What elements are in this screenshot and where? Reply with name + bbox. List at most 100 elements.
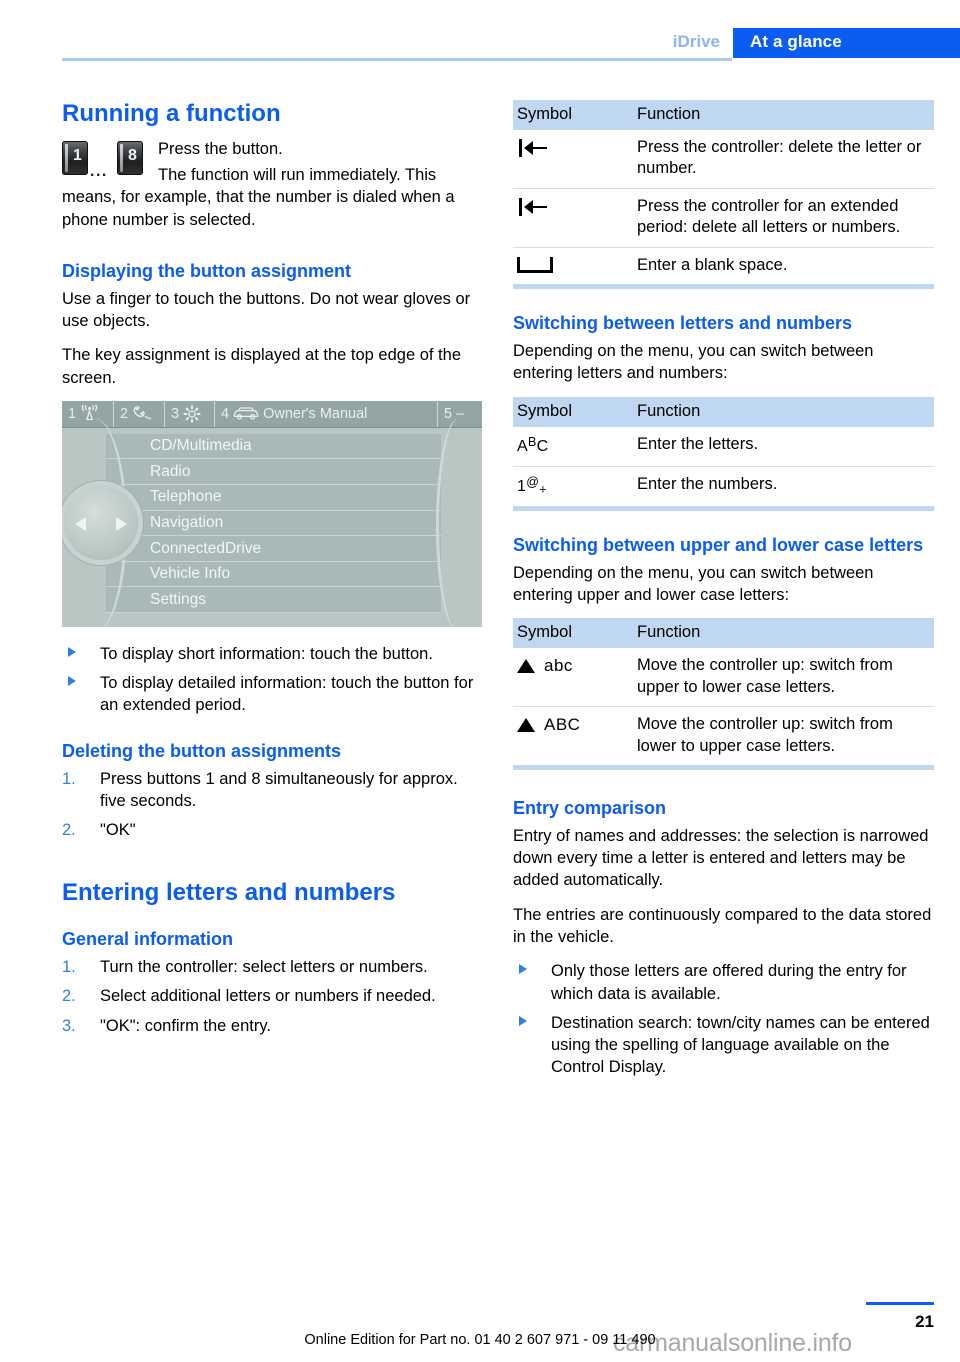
list-item-text: To display short information: touch the … <box>100 644 433 663</box>
header-section-tab: At a glance <box>733 28 960 58</box>
list-item-text: Only those letters are offered during th… <box>551 962 907 1003</box>
list-item: 2. "OK" <box>62 819 482 841</box>
list-item-number: 3. <box>62 1016 76 1035</box>
idrive-tab-1-number: 1 <box>68 405 77 422</box>
idrive-menu-item[interactable]: Settings <box>106 587 441 614</box>
list-item-text: "OK": confirm the entry. <box>100 1016 271 1035</box>
idrive-tab-5[interactable]: 5 – <box>438 401 482 427</box>
page-header: iDrive At a glance <box>0 0 960 61</box>
key-button-8-label: 8 <box>128 146 137 164</box>
table-row: Press the controller: delete the letter … <box>513 130 934 189</box>
triangle-up-icon <box>517 659 535 674</box>
page-number: 21 <box>915 1312 934 1331</box>
column-header-function: Function <box>633 100 934 130</box>
left-column: Running a function 1 ... 8 Press the but… <box>62 100 482 1049</box>
table-row: abc Move the controller up: switch from … <box>513 648 934 708</box>
table-header-row: Symbol Function <box>513 100 934 130</box>
list-item-number: 2. <box>62 821 76 840</box>
idrive-tab-2[interactable]: 2 <box>114 400 165 427</box>
switching-case-intro: Depending on the menu, you can switch be… <box>513 563 874 604</box>
lowercase-label: abc <box>544 656 573 676</box>
list-item: Only those letters are offered during th… <box>513 960 934 1005</box>
numbers-at: @ <box>526 474 540 489</box>
displaying-assignment-para1: Use a finger to touch the buttons. Do no… <box>62 289 471 331</box>
entry-comparison-bullets: Only those letters are offered during th… <box>513 960 934 1078</box>
idrive-tab-3[interactable]: 3 <box>165 400 215 427</box>
entry-comparison-para2: The entries are continuously compared to… <box>513 905 932 947</box>
idrive-menu-item[interactable]: Radio <box>106 459 441 486</box>
press-button-line2: The function will run immediately. This <box>158 166 437 185</box>
idrive-menu-item[interactable]: ConnectedDrive <box>106 536 441 562</box>
idrive-menu-body: CD/Multimedia Radio Telephone Navigation… <box>62 417 482 627</box>
touch-bullet-list: To display short information: touch the … <box>62 643 482 717</box>
header-chapter-label: iDrive <box>672 32 720 51</box>
column-header-symbol: Symbol <box>513 100 633 130</box>
switching-letters-numbers-heading: Switching between letters and numbers <box>513 313 853 334</box>
list-item: 1. Press buttons 1 and 8 simultaneously … <box>62 768 482 813</box>
abc-letter-b: B <box>527 434 537 449</box>
delete-symbols-table: Symbol Function Press the controller: de… <box>513 100 934 290</box>
idrive-tab-4[interactable]: 4 Owner's Manual <box>215 400 438 427</box>
arrow-left-icon <box>75 516 86 531</box>
list-item: 1. Turn the controller: select letters o… <box>62 956 482 978</box>
arrow-right-icon <box>116 516 127 531</box>
symbol-cell <box>513 188 633 248</box>
symbol-cell: ABC <box>513 706 633 770</box>
abc-letter-a: A <box>517 437 528 455</box>
switching-case-heading: Switching between upper and lower case l… <box>513 534 924 555</box>
gear-icon <box>183 405 201 423</box>
table-row: ABC Move the controller up: switch from … <box>513 706 934 770</box>
function-cell: Enter a blank space. <box>633 247 934 290</box>
column-header-function: Function <box>633 396 934 427</box>
idrive-menu-item[interactable]: Vehicle Info <box>106 561 441 588</box>
triangle-bullet-icon <box>68 646 76 657</box>
idrive-controller-knob-icon[interactable] <box>64 485 138 560</box>
press-button-line3: means, for example, that the number is d… <box>62 188 455 229</box>
idrive-screen-illustration: 1 2 3 4 Owner's Manual 5 – CD/Multimedia… <box>62 400 482 627</box>
idrive-tab-5-number: 5 <box>444 405 453 422</box>
general-information-heading: General information <box>62 929 234 950</box>
list-item-text: To display detailed information: touch t… <box>100 674 474 715</box>
list-item: 2. Select additional letters or numbers … <box>62 985 482 1007</box>
abc-letter-c: C <box>536 437 549 455</box>
idrive-menu-item[interactable]: CD/Multimedia <box>106 433 441 460</box>
backspace-icon <box>517 138 551 158</box>
function-cell: Move the controller up: switch from uppe… <box>633 648 934 708</box>
idrive-menu-item[interactable]: Telephone <box>106 485 441 511</box>
key-button-8-icon: 8 <box>117 140 143 175</box>
press-button-block: 1 ... 8 Press the button. The function w… <box>62 138 482 231</box>
table-row: Enter a blank space. <box>513 247 934 290</box>
displaying-assignment-heading: Displaying the button assignment <box>62 260 352 281</box>
table-header-row: Symbol Function <box>513 396 934 427</box>
backspace-icon <box>517 197 551 217</box>
header-divider <box>62 58 732 61</box>
numbers-plus: + <box>539 482 547 497</box>
list-item-number: 1. <box>62 958 76 977</box>
key-button-1-icon: 1 <box>62 140 88 175</box>
idrive-tab-1[interactable]: 1 <box>62 400 114 427</box>
symbol-cell: 1@+ <box>513 466 633 511</box>
idrive-tab-2-number: 2 <box>120 405 129 422</box>
entry-comparison-para1: Entry of names and addresses: the select… <box>513 826 929 890</box>
function-cell: Press the controller: delete the letter … <box>633 130 934 189</box>
running-a-function-heading: Running a function <box>62 100 281 127</box>
telephone-handset-icon <box>132 405 152 422</box>
idrive-top-bar: 1 2 3 4 Owner's Manual 5 – <box>62 400 482 428</box>
list-item-text: Turn the controller: select letters or n… <box>100 958 428 977</box>
letters-numbers-table: Symbol Function ABC Enter the letters. 1… <box>513 396 934 511</box>
radio-wave-icon <box>80 405 99 422</box>
right-column: Symbol Function Press the controller: de… <box>513 100 934 1091</box>
list-item: Destination search: town/city names can … <box>513 1012 934 1079</box>
table-row: 1@+ Enter the numbers. <box>513 466 934 511</box>
footer-edition-text: Online Edition for Part no. 01 40 2 607 … <box>304 1332 656 1348</box>
list-item-text: Destination search: town/city names can … <box>551 1013 930 1077</box>
numbers-digit: 1 <box>517 477 527 495</box>
list-item-number: 1. <box>62 769 76 788</box>
button-range-graphic: 1 ... 8 <box>62 140 148 180</box>
entering-letters-heading: Entering letters and numbers <box>62 879 396 907</box>
footer-divider <box>866 1302 934 1305</box>
list-item: To display short information: touch the … <box>62 643 482 665</box>
deleting-assignments-steps: 1. Press buttons 1 and 8 simultaneously … <box>62 768 482 842</box>
header-section-label: At a glance <box>750 32 842 51</box>
idrive-menu-item[interactable]: Navigation <box>106 510 441 537</box>
